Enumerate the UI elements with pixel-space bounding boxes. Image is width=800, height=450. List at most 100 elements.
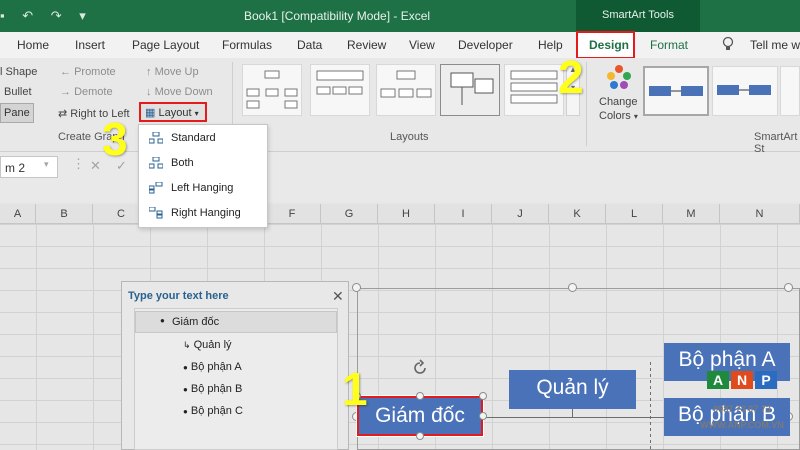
tab-design[interactable]: Design xyxy=(589,38,629,52)
chevron-down-icon: ▾ xyxy=(194,109,199,118)
resize-handle[interactable] xyxy=(416,432,424,440)
menu-item-label: Right Hanging xyxy=(171,207,241,219)
change-colors-label[interactable]: Colors ▾ xyxy=(599,110,638,122)
menu-item-left-hanging[interactable]: Left Hanging xyxy=(149,182,233,194)
change-colors-button[interactable]: Change xyxy=(599,96,638,108)
connector-line xyxy=(572,408,573,418)
tab-data[interactable]: Data xyxy=(297,38,322,52)
watermark-phone: 0987 73 07 73 xyxy=(713,404,771,414)
column-header-a[interactable]: A xyxy=(0,204,36,224)
menu-item-label: Both xyxy=(171,157,194,169)
layout-option-2[interactable] xyxy=(310,64,370,116)
text-pane-button[interactable]: Pane xyxy=(0,103,34,123)
column-header-m[interactable]: M xyxy=(663,204,720,224)
tell-me-box[interactable]: Tell me w xyxy=(750,38,800,52)
smartart-shape-director[interactable]: Giám đốc xyxy=(356,395,484,437)
ribbon-separator xyxy=(586,62,587,146)
smartart-shape-manager[interactable]: Quản lý xyxy=(509,370,636,409)
menu-item-standard[interactable]: Standard xyxy=(149,132,216,144)
window-title: Book1 [Compatibility Mode] - Excel xyxy=(244,9,431,23)
connector-dashed xyxy=(650,362,651,450)
resize-handle[interactable] xyxy=(479,392,487,400)
layout-option-3[interactable] xyxy=(376,64,436,116)
layout-2-icon xyxy=(316,70,364,95)
rotate-handle-icon[interactable] xyxy=(410,358,430,378)
tab-view[interactable]: View xyxy=(409,38,435,52)
smartart-style-2[interactable] xyxy=(712,66,778,116)
layout-3-icon xyxy=(380,70,432,98)
column-header-n[interactable]: N xyxy=(720,204,800,224)
column-header-j[interactable]: J xyxy=(492,204,549,224)
column-header-f[interactable]: F xyxy=(264,204,321,224)
redo-icon[interactable]: ↷ xyxy=(51,8,62,23)
resize-handle[interactable] xyxy=(568,283,577,292)
step-number-3: 3 xyxy=(102,113,128,165)
move-up-button[interactable]: ↑ Move Up xyxy=(146,66,199,78)
smartart-style-1[interactable] xyxy=(643,66,709,116)
list-item[interactable]: ● Giám đốc xyxy=(135,311,337,333)
layout-option-1[interactable] xyxy=(242,64,302,116)
layout-1-icon xyxy=(246,70,298,109)
tab-home[interactable]: Home xyxy=(17,38,49,52)
resize-handle[interactable] xyxy=(416,392,424,400)
demote-label: Demote xyxy=(74,86,113,98)
quick-access-toolbar: ▪ ↶ ↷ ▾ xyxy=(0,8,100,24)
text-pane-title: Type your text here xyxy=(128,290,229,302)
menu-item-right-hanging[interactable]: Right Hanging xyxy=(149,207,241,219)
layout-dropdown-menu: Standard Both Left Hanging Right Hanging xyxy=(138,124,268,228)
list-item-text: Quản lý xyxy=(193,339,232,351)
style-2-icon xyxy=(717,85,771,95)
change-colors-line2: Colors xyxy=(599,110,631,122)
layout-button[interactable]: ▦ Layout ▾ xyxy=(139,102,207,122)
column-header-h[interactable]: H xyxy=(378,204,435,224)
add-bullet-button[interactable]: Bullet xyxy=(4,86,32,98)
step-number-1: 1 xyxy=(342,363,368,415)
both-layout-icon xyxy=(149,157,163,169)
org-chart-icon: ▦ xyxy=(145,107,156,119)
cancel-entry-button[interactable]: ✕ xyxy=(90,158,101,174)
name-box-dropdown-icon[interactable]: ▾ xyxy=(44,159,49,170)
column-header-l[interactable]: L xyxy=(606,204,663,224)
assistant-arrow-icon: ↳ xyxy=(183,340,191,350)
watermark-letter-a: A xyxy=(707,371,729,389)
tab-developer[interactable]: Developer xyxy=(458,38,513,52)
list-item[interactable]: ↳ Quản lý xyxy=(183,339,232,351)
bullet-icon: ● xyxy=(183,407,188,416)
move-down-button[interactable]: ↓ Move Down xyxy=(146,86,213,98)
tab-page-layout[interactable]: Page Layout xyxy=(132,38,199,52)
resize-handle[interactable] xyxy=(479,412,487,420)
column-header-g[interactable]: G xyxy=(321,204,378,224)
layout-option-4-selected[interactable] xyxy=(440,64,500,116)
list-item-text: Giám đốc xyxy=(172,316,220,328)
save-icon[interactable]: ▪ xyxy=(0,8,5,23)
list-item[interactable]: ● Bộ phận A xyxy=(183,361,242,373)
close-icon[interactable]: ✕ xyxy=(332,288,344,305)
menu-item-both[interactable]: Both xyxy=(149,157,194,169)
column-header-k[interactable]: K xyxy=(549,204,606,224)
name-box[interactable]: m 2 xyxy=(0,156,58,178)
resize-handle[interactable] xyxy=(352,283,361,292)
resize-handle[interactable] xyxy=(784,283,793,292)
smartart-style-3[interactable] xyxy=(780,66,800,116)
text-pane-list[interactable]: ● Giám đốc ↳ Quản lý ● Bộ phận A ● Bộ ph… xyxy=(134,308,338,450)
tab-format[interactable]: Format xyxy=(650,38,688,52)
tab-review[interactable]: Review xyxy=(347,38,386,52)
left-hanging-icon xyxy=(149,182,163,194)
tab-insert[interactable]: Insert xyxy=(75,38,105,52)
column-header-i[interactable]: I xyxy=(435,204,492,224)
column-header-b[interactable]: B xyxy=(36,204,93,224)
menu-item-label: Left Hanging xyxy=(171,182,234,194)
list-item[interactable]: ● Bộ phận C xyxy=(183,405,243,417)
title-bar: ▪ ↶ ↷ ▾ Book1 [Compatibility Mode] - Exc… xyxy=(0,0,800,32)
list-item[interactable]: ● Bộ phận B xyxy=(183,383,242,395)
undo-icon[interactable]: ↶ xyxy=(22,8,33,23)
layout-5-icon xyxy=(510,70,558,104)
demote-button[interactable]: → Demote xyxy=(60,86,113,98)
layout-option-5[interactable] xyxy=(504,64,564,116)
tab-formulas[interactable]: Formulas xyxy=(222,38,272,52)
formula-bar-grip-icon: ⋮ xyxy=(72,156,85,171)
lightbulb-icon xyxy=(722,36,734,50)
add-shape-button[interactable]: l Shape xyxy=(0,66,37,78)
customize-qat-icon[interactable]: ▾ xyxy=(79,8,86,23)
promote-button[interactable]: ← Promote xyxy=(60,66,116,78)
